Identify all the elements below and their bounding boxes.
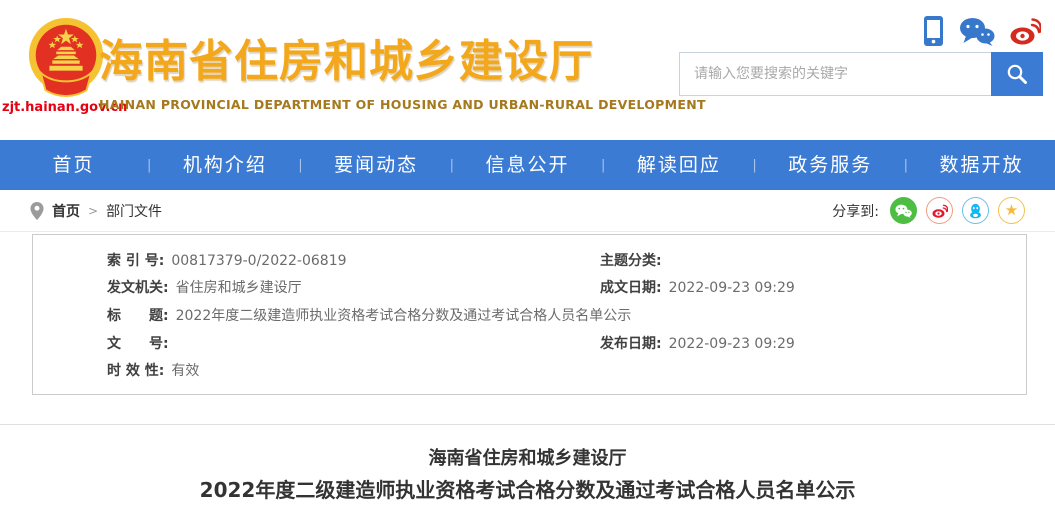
site-title-english: HAINAN PROVINCIAL DEPARTMENT OF HOUSING … [99,97,706,112]
nav-item-services[interactable]: 政务服务 [757,140,904,190]
qq-share-icon[interactable] [962,197,989,224]
nav-item-home[interactable]: 首页 [0,140,147,190]
site-url: zjt.hainan.gov.cn [2,100,106,115]
search-icon [1005,62,1029,86]
weibo-icon[interactable] [1010,17,1041,45]
page: zjt.hainan.gov.cn 海南省住房和城乡建设厅 HAINAN PRO… [0,0,1055,527]
meta-document-title: 标 题:2022年度二级建造师执业资格考试合格分数及通过考试合格人员名单公示 [33,305,1026,325]
share-label: 分享到: [832,201,879,221]
nav-item-about[interactable]: 机构介绍 [151,140,298,190]
mobile-icon[interactable] [923,16,944,46]
national-emblem-logo [25,16,107,98]
main-nav: 首页 | 机构介绍 | 要闻动态 | 信息公开 | 解读回应 | 政务服务 | … [0,140,1055,190]
weibo-share-icon[interactable] [926,197,953,224]
search-input[interactable] [680,53,991,95]
nav-item-info-disclosure[interactable]: 信息公开 [454,140,601,190]
nav-item-news[interactable]: 要闻动态 [303,140,450,190]
breadcrumb-home-link[interactable]: 首页 [52,201,80,221]
meta-issuing-agency: 发文机关:省住房和城乡建设厅 [33,277,591,297]
meta-index-number: 索 引 号:00817379-0/2022-06819 [33,250,591,270]
meta-written-date: 成文日期:2022-09-23 09:29 [591,277,1026,297]
document-title-line2: 2022年度二级建造师执业资格考试合格分数及通过考试合格人员名单公示 [0,473,1055,507]
site-title-block: 海南省住房和城乡建设厅 HAINAN PROVINCIAL DEPARTMENT… [99,36,706,112]
location-pin-icon [30,202,44,220]
header-quick-links [923,16,1041,46]
meta-validity: 时 效 性:有效 [33,360,591,380]
breadcrumb-row: 首页 > 部门文件 分享到: [0,190,1055,232]
share-toolbar: 分享到: [832,197,1025,224]
star-icon: ★ [1005,203,1018,218]
content-divider [0,424,1055,425]
qzone-share-icon[interactable]: ★ [998,197,1025,224]
breadcrumb: 首页 > 部门文件 [30,201,162,221]
wechat-share-icon[interactable] [890,197,917,224]
document-metadata-table: 索 引 号:00817379-0/2022-06819 主题分类: 发文机关:省… [32,234,1027,395]
site-title-chinese: 海南省住房和城乡建设厅 [99,36,706,88]
breadcrumb-current: 部门文件 [106,201,162,221]
search-button[interactable] [991,52,1043,96]
site-header: zjt.hainan.gov.cn 海南省住房和城乡建设厅 HAINAN PRO… [0,0,1055,140]
meta-document-number: 文 号: [33,333,591,353]
document-title-line1: 海南省住房和城乡建设厅 [0,445,1055,473]
search-bar [679,52,1043,96]
meta-topic-category: 主题分类: [591,250,1026,270]
nav-item-open-data[interactable]: 数据开放 [908,140,1055,190]
breadcrumb-separator: > [88,204,98,218]
meta-publish-date: 发布日期:2022-09-23 09:29 [591,333,1026,353]
nav-item-interpretation[interactable]: 解读回应 [605,140,752,190]
document-title-block: 海南省住房和城乡建设厅 2022年度二级建造师执业资格考试合格分数及通过考试合格… [0,445,1055,507]
wechat-icon[interactable] [959,17,995,46]
